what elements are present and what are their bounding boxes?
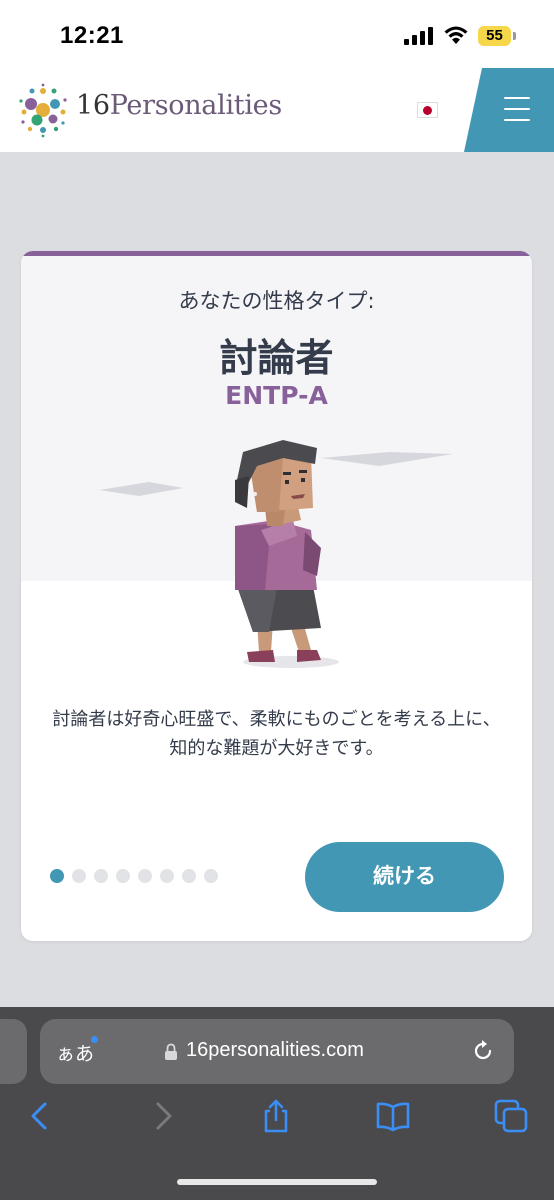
pager-dot[interactable]	[72, 869, 86, 883]
browser-bottom-bar: ぁあ 16personalities.com	[0, 1007, 554, 1200]
pager-dots	[50, 869, 226, 883]
bookmarks-icon[interactable]	[376, 1099, 410, 1133]
battery-icon: 55	[478, 26, 516, 46]
card-accent-bar	[21, 251, 532, 256]
status-time: 12:21	[60, 22, 124, 49]
address-bar[interactable]: ぁあ 16personalities.com	[40, 1019, 514, 1084]
previous-tab-pill[interactable]	[0, 1019, 27, 1084]
status-bar: 12:21 55	[0, 0, 554, 68]
pager-dot[interactable]	[204, 869, 218, 883]
browser-toolbar	[0, 1099, 554, 1143]
debater-illustration	[21, 440, 532, 676]
japan-flag-icon[interactable]	[417, 102, 438, 118]
battery-level: 55	[478, 26, 511, 46]
share-icon[interactable]	[259, 1099, 293, 1133]
back-icon[interactable]	[24, 1099, 58, 1133]
pager-dot[interactable]	[116, 869, 130, 883]
pager-dot[interactable]	[50, 869, 64, 883]
hamburger-menu-icon	[504, 97, 530, 130]
url-text[interactable]: 16personalities.com	[186, 1039, 364, 1062]
pager-dot[interactable]	[160, 869, 174, 883]
forward-icon[interactable]	[145, 1099, 179, 1133]
pager-dot[interactable]	[94, 869, 108, 883]
logo-mark-icon[interactable]	[15, 82, 71, 138]
menu-button[interactable]	[464, 68, 554, 152]
type-intro: あなたの性格タイプ:	[178, 289, 375, 313]
type-name: 討論者	[219, 336, 334, 380]
signal-icon	[404, 27, 433, 45]
tabs-icon[interactable]	[494, 1099, 528, 1133]
wifi-icon	[444, 26, 468, 44]
home-indicator	[177, 1179, 377, 1185]
site-header: 16Personalities	[0, 68, 554, 152]
continue-button[interactable]: 続ける	[305, 842, 504, 912]
result-card: あなたの性格タイプ: 討論者 ENTP-A 討論者は好奇心旺盛で、柔軟にものごと…	[21, 251, 532, 941]
text-size-button[interactable]: ぁあ	[56, 1039, 94, 1066]
reload-icon[interactable]	[470, 1038, 496, 1064]
pager-dot[interactable]	[182, 869, 196, 883]
lock-icon	[165, 1043, 177, 1060]
type-description: 討論者は好奇心旺盛で、柔軟にものごとを考える上に、知的な難題が大好きです。	[52, 709, 501, 759]
type-code: ENTP-A	[225, 381, 328, 410]
pager-dot[interactable]	[138, 869, 152, 883]
notification-dot	[91, 1036, 98, 1043]
site-logo[interactable]: 16Personalities	[76, 90, 282, 121]
